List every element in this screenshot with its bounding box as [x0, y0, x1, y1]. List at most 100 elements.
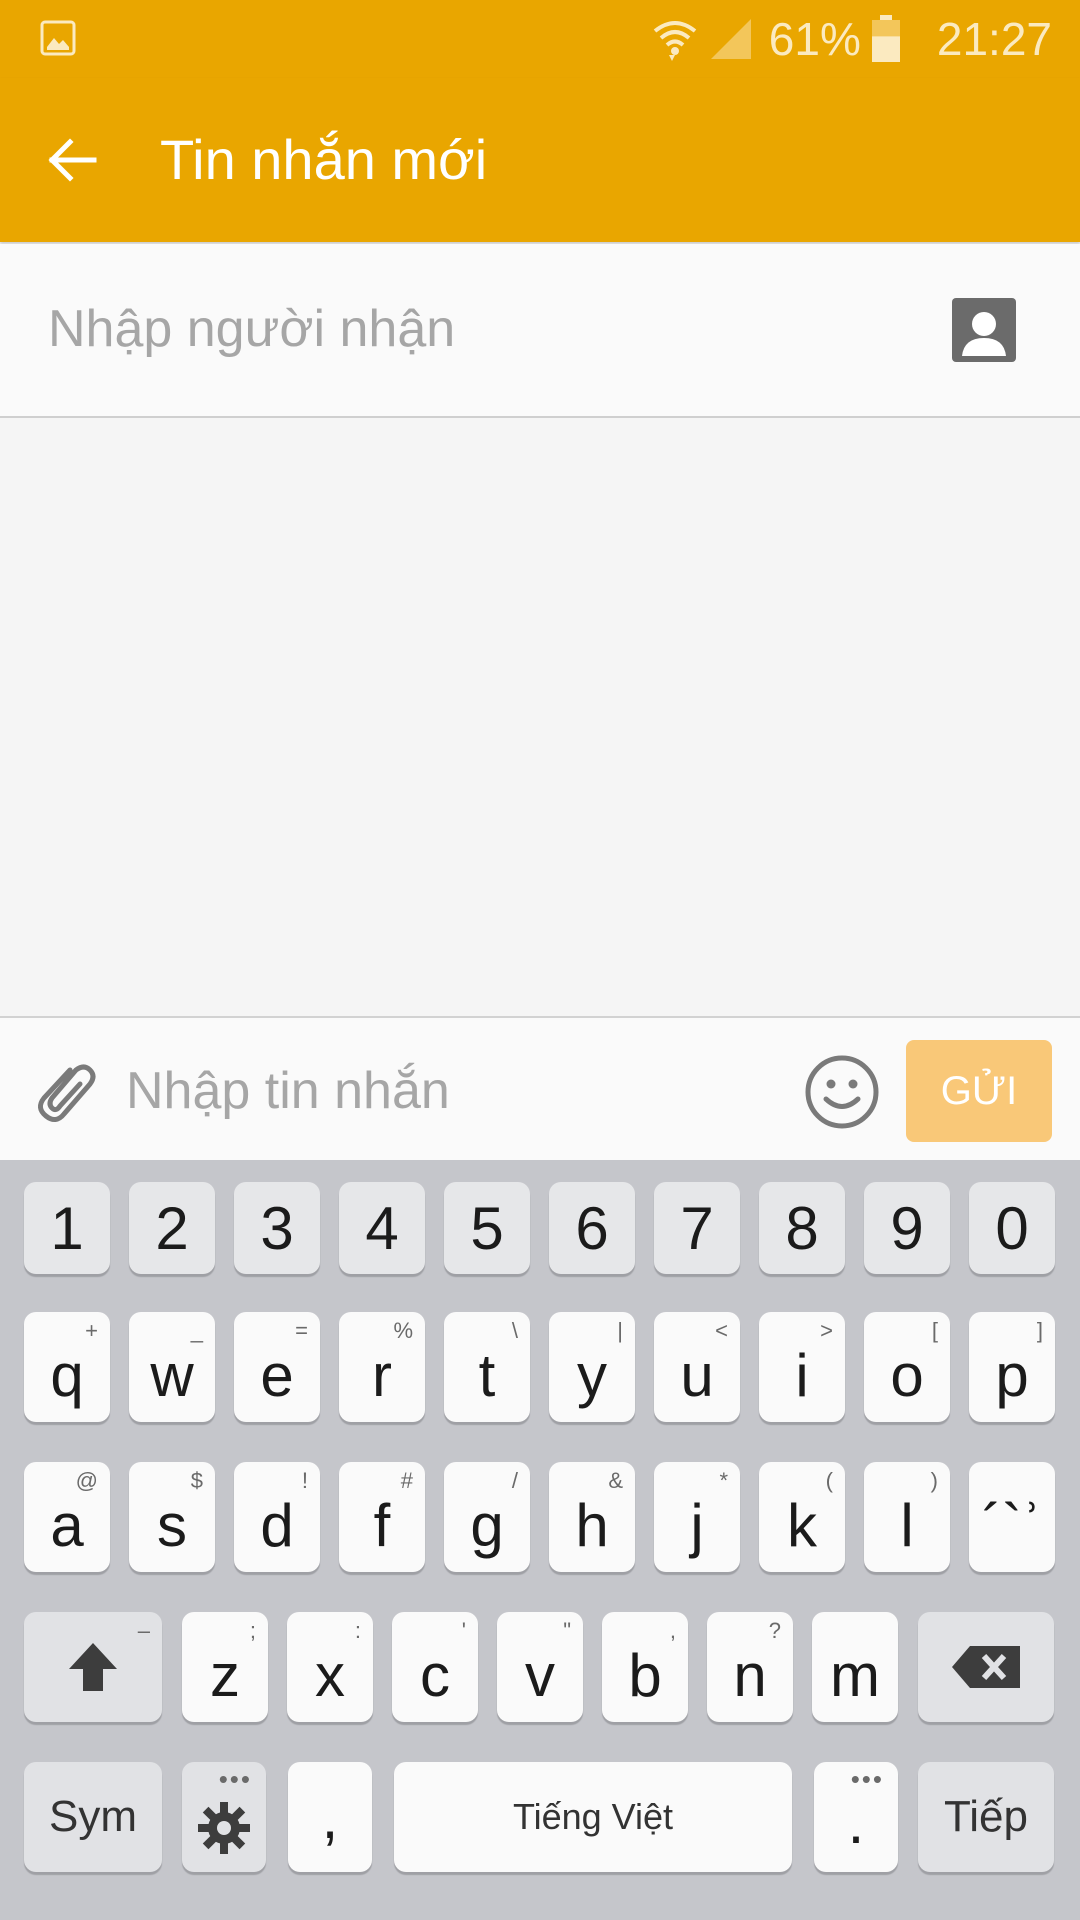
key-hint: " — [563, 1618, 571, 1643]
key-label: 3 — [260, 1194, 294, 1262]
sym-key[interactable]: Sym — [24, 1762, 162, 1872]
key-a[interactable]: @ a — [24, 1462, 110, 1572]
key-j[interactable]: * j — [654, 1462, 740, 1572]
key-k[interactable]: (k — [759, 1462, 845, 1572]
key-2[interactable]: 2 — [129, 1182, 215, 1274]
key-label: y — [577, 1341, 607, 1409]
arrow-left-icon — [48, 138, 97, 182]
key-y[interactable]: | y — [549, 1312, 635, 1422]
status-indicators: 61% 21:27 — [651, 12, 1052, 66]
key-o[interactable]: [o — [864, 1312, 950, 1422]
space-key[interactable]: Tiếng Việt — [394, 1762, 792, 1872]
key-x[interactable]: :x — [287, 1612, 373, 1722]
key-n[interactable]: ? n — [707, 1612, 793, 1722]
smiley-icon — [805, 1055, 879, 1129]
key-label: z — [210, 1641, 240, 1709]
key-label: m — [830, 1641, 880, 1709]
key-label: 8 — [785, 1194, 819, 1262]
key-hint: ] — [1036, 1318, 1043, 1343]
key-1[interactable]: 1 — [24, 1182, 110, 1274]
key-hint: > — [820, 1318, 833, 1343]
key-f[interactable]: # f — [339, 1462, 425, 1572]
recipient-input[interactable] — [48, 284, 908, 374]
image-notification-icon — [40, 20, 76, 56]
key-m[interactable]: m — [812, 1612, 898, 1722]
message-input[interactable] — [126, 1046, 786, 1136]
key-label: d — [260, 1491, 294, 1559]
key-q[interactable]: + q — [24, 1312, 110, 1422]
shift-arrow-icon — [69, 1643, 117, 1691]
send-button[interactable]: GỬI — [906, 1040, 1052, 1142]
shift-key[interactable]: – — [24, 1612, 162, 1722]
key-label: o — [890, 1341, 924, 1409]
key-v[interactable]: " v — [497, 1612, 583, 1722]
emoji-button[interactable] — [804, 1054, 880, 1130]
key-hint: ! — [301, 1468, 308, 1493]
key-hint: : — [354, 1618, 361, 1643]
key-s[interactable]: $ s — [129, 1462, 215, 1572]
key-c[interactable]: ' c — [392, 1612, 478, 1722]
key-u[interactable]: < u — [654, 1312, 740, 1422]
key-label: t — [478, 1341, 496, 1409]
key-3[interactable]: 3 — [234, 1182, 320, 1274]
app-bar: Tin nhắn mới — [0, 78, 1080, 242]
key-hint: < — [715, 1318, 728, 1343]
period-key[interactable]: ••• . — [814, 1762, 898, 1872]
soft-keyboard: 1234567890 + q _ w = e% r \ t | y < u > i[o] p @ a $ s! d # f… — [0, 1160, 1080, 1920]
key-label: c — [420, 1641, 450, 1709]
key-label: 1 — [50, 1194, 84, 1262]
attach-button[interactable] — [30, 1056, 100, 1128]
key-6[interactable]: 6 — [549, 1182, 635, 1274]
battery-percent: 61% — [768, 13, 861, 65]
key-i[interactable]: > i — [759, 1312, 845, 1422]
next-key[interactable]: Tiếp — [918, 1762, 1054, 1872]
key-9[interactable]: 9 — [864, 1182, 950, 1274]
key-t[interactable]: \ t — [444, 1312, 530, 1422]
clock: 21:27 — [936, 13, 1052, 65]
key-hint: ( — [825, 1468, 833, 1493]
key-r[interactable]: % r — [339, 1312, 425, 1422]
key-hint: , — [669, 1618, 676, 1643]
contact-icon — [952, 298, 1016, 362]
contact-picker-button[interactable] — [952, 298, 1016, 362]
key-label: g — [470, 1491, 504, 1559]
key-label: 4 — [365, 1194, 399, 1262]
key-label: ´`ʾ — [982, 1491, 1042, 1559]
key-hint: ' — [461, 1618, 466, 1643]
page-title: Tin nhắn mới — [160, 128, 488, 191]
status-bar: 61% 21:27 — [0, 0, 1080, 78]
key-g[interactable]: / g — [444, 1462, 530, 1572]
key-tone-marks[interactable]: ´`ʾ — [969, 1462, 1055, 1572]
key-b[interactable]: ,b — [602, 1612, 688, 1722]
comma-key[interactable]: , — [288, 1762, 372, 1872]
key-d[interactable]: ! d — [234, 1462, 320, 1572]
key-l[interactable]: ) l — [864, 1462, 950, 1572]
back-button[interactable] — [30, 122, 114, 198]
key-4[interactable]: 4 — [339, 1182, 425, 1274]
key-hint: $ — [190, 1468, 203, 1493]
key-p[interactable]: ] p — [969, 1312, 1055, 1422]
message-thread-area — [0, 420, 1080, 1016]
key-hint: * — [719, 1468, 728, 1493]
key-z[interactable]: ; z — [182, 1612, 268, 1722]
key-hint: | — [617, 1318, 623, 1343]
key-label: w — [150, 1341, 194, 1409]
key-label: 2 — [155, 1194, 189, 1262]
key-label: p — [995, 1341, 1029, 1409]
key-0[interactable]: 0 — [969, 1182, 1055, 1274]
key-h[interactable]: & h — [549, 1462, 635, 1572]
key-label: s — [157, 1491, 187, 1559]
backspace-key[interactable] — [918, 1612, 1054, 1722]
key-8[interactable]: 8 — [759, 1182, 845, 1274]
key-hint: _ — [190, 1318, 203, 1343]
key-hint: @ — [75, 1468, 98, 1493]
key-label: 7 — [680, 1194, 714, 1262]
key-5[interactable]: 5 — [444, 1182, 530, 1274]
key-e[interactable]: = e — [234, 1312, 320, 1422]
key-label: j — [690, 1491, 704, 1559]
key-w[interactable]: _ w — [129, 1312, 215, 1422]
recipient-row — [0, 244, 1080, 418]
key-7[interactable]: 7 — [654, 1182, 740, 1274]
key-label: 5 — [470, 1194, 504, 1262]
settings-key[interactable]: ••• — [182, 1762, 266, 1872]
